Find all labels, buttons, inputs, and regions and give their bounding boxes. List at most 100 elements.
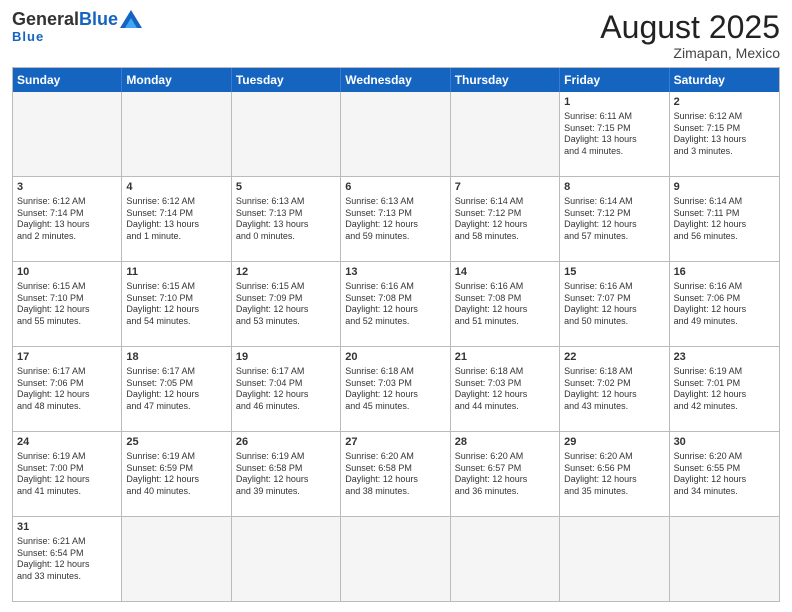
- day-number: 30: [674, 435, 775, 450]
- day-number: 26: [236, 435, 336, 450]
- day-info: Sunrise: 6:19 AM Sunset: 7:00 PM Dayligh…: [17, 451, 117, 498]
- day-info: Sunrise: 6:15 AM Sunset: 7:10 PM Dayligh…: [17, 281, 117, 328]
- day-info: Sunrise: 6:17 AM Sunset: 7:06 PM Dayligh…: [17, 366, 117, 413]
- logo-blue: Blue: [79, 10, 118, 28]
- day-info: Sunrise: 6:13 AM Sunset: 7:13 PM Dayligh…: [345, 196, 445, 243]
- day-info: Sunrise: 6:16 AM Sunset: 7:07 PM Dayligh…: [564, 281, 664, 328]
- day-info: Sunrise: 6:17 AM Sunset: 7:05 PM Dayligh…: [126, 366, 226, 413]
- cal-cell: 24Sunrise: 6:19 AM Sunset: 7:00 PM Dayli…: [13, 432, 122, 516]
- cal-cell: [341, 92, 450, 176]
- day-info: Sunrise: 6:19 AM Sunset: 7:01 PM Dayligh…: [674, 366, 775, 413]
- cal-cell: 14Sunrise: 6:16 AM Sunset: 7:08 PM Dayli…: [451, 262, 560, 346]
- day-info: Sunrise: 6:12 AM Sunset: 7:15 PM Dayligh…: [674, 111, 775, 158]
- day-number: 27: [345, 435, 445, 450]
- cal-cell: 10Sunrise: 6:15 AM Sunset: 7:10 PM Dayli…: [13, 262, 122, 346]
- cal-cell: [122, 92, 231, 176]
- cal-cell: 25Sunrise: 6:19 AM Sunset: 6:59 PM Dayli…: [122, 432, 231, 516]
- day-number: 24: [17, 435, 117, 450]
- cal-cell: 17Sunrise: 6:17 AM Sunset: 7:06 PM Dayli…: [13, 347, 122, 431]
- cal-header-sunday: Sunday: [13, 68, 122, 92]
- cal-cell: 5Sunrise: 6:13 AM Sunset: 7:13 PM Daylig…: [232, 177, 341, 261]
- logo-subtext: Blue: [12, 29, 44, 44]
- day-number: 6: [345, 180, 445, 195]
- day-info: Sunrise: 6:19 AM Sunset: 6:59 PM Dayligh…: [126, 451, 226, 498]
- calendar-header-row: SundayMondayTuesdayWednesdayThursdayFrid…: [13, 68, 779, 92]
- page: General Blue Blue August 2025 Zimapan, M…: [0, 0, 792, 612]
- day-number: 14: [455, 265, 555, 280]
- cal-cell: [341, 517, 450, 601]
- location-title: Zimapan, Mexico: [600, 45, 780, 61]
- cal-row-6: 31Sunrise: 6:21 AM Sunset: 6:54 PM Dayli…: [13, 516, 779, 601]
- cal-cell: [560, 517, 669, 601]
- cal-cell: 18Sunrise: 6:17 AM Sunset: 7:05 PM Dayli…: [122, 347, 231, 431]
- day-info: Sunrise: 6:18 AM Sunset: 7:02 PM Dayligh…: [564, 366, 664, 413]
- day-number: 23: [674, 350, 775, 365]
- day-number: 10: [17, 265, 117, 280]
- day-number: 18: [126, 350, 226, 365]
- month-title: August 2025: [600, 10, 780, 45]
- cal-cell: 3Sunrise: 6:12 AM Sunset: 7:14 PM Daylig…: [13, 177, 122, 261]
- day-number: 19: [236, 350, 336, 365]
- calendar-body: 1Sunrise: 6:11 AM Sunset: 7:15 PM Daylig…: [13, 92, 779, 601]
- cal-header-thursday: Thursday: [451, 68, 560, 92]
- day-info: Sunrise: 6:16 AM Sunset: 7:08 PM Dayligh…: [345, 281, 445, 328]
- cal-cell: [232, 517, 341, 601]
- logo: General Blue Blue: [12, 10, 142, 44]
- day-info: Sunrise: 6:18 AM Sunset: 7:03 PM Dayligh…: [455, 366, 555, 413]
- day-info: Sunrise: 6:11 AM Sunset: 7:15 PM Dayligh…: [564, 111, 664, 158]
- day-number: 4: [126, 180, 226, 195]
- cal-header-wednesday: Wednesday: [341, 68, 450, 92]
- cal-cell: 22Sunrise: 6:18 AM Sunset: 7:02 PM Dayli…: [560, 347, 669, 431]
- day-number: 9: [674, 180, 775, 195]
- day-info: Sunrise: 6:15 AM Sunset: 7:10 PM Dayligh…: [126, 281, 226, 328]
- day-number: 5: [236, 180, 336, 195]
- calendar: SundayMondayTuesdayWednesdayThursdayFrid…: [12, 67, 780, 602]
- day-number: 13: [345, 265, 445, 280]
- cal-cell: 30Sunrise: 6:20 AM Sunset: 6:55 PM Dayli…: [670, 432, 779, 516]
- cal-cell: 26Sunrise: 6:19 AM Sunset: 6:58 PM Dayli…: [232, 432, 341, 516]
- day-info: Sunrise: 6:20 AM Sunset: 6:56 PM Dayligh…: [564, 451, 664, 498]
- cal-cell: 9Sunrise: 6:14 AM Sunset: 7:11 PM Daylig…: [670, 177, 779, 261]
- cal-cell: 20Sunrise: 6:18 AM Sunset: 7:03 PM Dayli…: [341, 347, 450, 431]
- cal-row-3: 10Sunrise: 6:15 AM Sunset: 7:10 PM Dayli…: [13, 261, 779, 346]
- cal-row-2: 3Sunrise: 6:12 AM Sunset: 7:14 PM Daylig…: [13, 176, 779, 261]
- cal-cell: 15Sunrise: 6:16 AM Sunset: 7:07 PM Dayli…: [560, 262, 669, 346]
- cal-cell: [451, 517, 560, 601]
- cal-cell: 13Sunrise: 6:16 AM Sunset: 7:08 PM Dayli…: [341, 262, 450, 346]
- cal-cell: 23Sunrise: 6:19 AM Sunset: 7:01 PM Dayli…: [670, 347, 779, 431]
- logo-icon: [120, 10, 142, 28]
- day-number: 21: [455, 350, 555, 365]
- day-info: Sunrise: 6:12 AM Sunset: 7:14 PM Dayligh…: [17, 196, 117, 243]
- day-info: Sunrise: 6:21 AM Sunset: 6:54 PM Dayligh…: [17, 536, 117, 583]
- day-info: Sunrise: 6:19 AM Sunset: 6:58 PM Dayligh…: [236, 451, 336, 498]
- cal-row-5: 24Sunrise: 6:19 AM Sunset: 7:00 PM Dayli…: [13, 431, 779, 516]
- day-number: 1: [564, 95, 664, 110]
- cal-cell: 4Sunrise: 6:12 AM Sunset: 7:14 PM Daylig…: [122, 177, 231, 261]
- day-number: 25: [126, 435, 226, 450]
- cal-header-tuesday: Tuesday: [232, 68, 341, 92]
- day-number: 22: [564, 350, 664, 365]
- cal-header-friday: Friday: [560, 68, 669, 92]
- cal-cell: 11Sunrise: 6:15 AM Sunset: 7:10 PM Dayli…: [122, 262, 231, 346]
- cal-header-monday: Monday: [122, 68, 231, 92]
- day-info: Sunrise: 6:16 AM Sunset: 7:08 PM Dayligh…: [455, 281, 555, 328]
- cal-cell: [232, 92, 341, 176]
- day-number: 3: [17, 180, 117, 195]
- day-info: Sunrise: 6:13 AM Sunset: 7:13 PM Dayligh…: [236, 196, 336, 243]
- cal-cell: 1Sunrise: 6:11 AM Sunset: 7:15 PM Daylig…: [560, 92, 669, 176]
- logo-text: General Blue: [12, 10, 142, 28]
- cal-cell: [13, 92, 122, 176]
- cal-row-1: 1Sunrise: 6:11 AM Sunset: 7:15 PM Daylig…: [13, 92, 779, 176]
- day-info: Sunrise: 6:20 AM Sunset: 6:58 PM Dayligh…: [345, 451, 445, 498]
- cal-cell: 7Sunrise: 6:14 AM Sunset: 7:12 PM Daylig…: [451, 177, 560, 261]
- day-number: 17: [17, 350, 117, 365]
- cal-cell: 16Sunrise: 6:16 AM Sunset: 7:06 PM Dayli…: [670, 262, 779, 346]
- header: General Blue Blue August 2025 Zimapan, M…: [12, 10, 780, 61]
- day-info: Sunrise: 6:15 AM Sunset: 7:09 PM Dayligh…: [236, 281, 336, 328]
- day-number: 20: [345, 350, 445, 365]
- day-number: 16: [674, 265, 775, 280]
- day-info: Sunrise: 6:17 AM Sunset: 7:04 PM Dayligh…: [236, 366, 336, 413]
- title-block: August 2025 Zimapan, Mexico: [600, 10, 780, 61]
- cal-cell: 31Sunrise: 6:21 AM Sunset: 6:54 PM Dayli…: [13, 517, 122, 601]
- day-info: Sunrise: 6:20 AM Sunset: 6:55 PM Dayligh…: [674, 451, 775, 498]
